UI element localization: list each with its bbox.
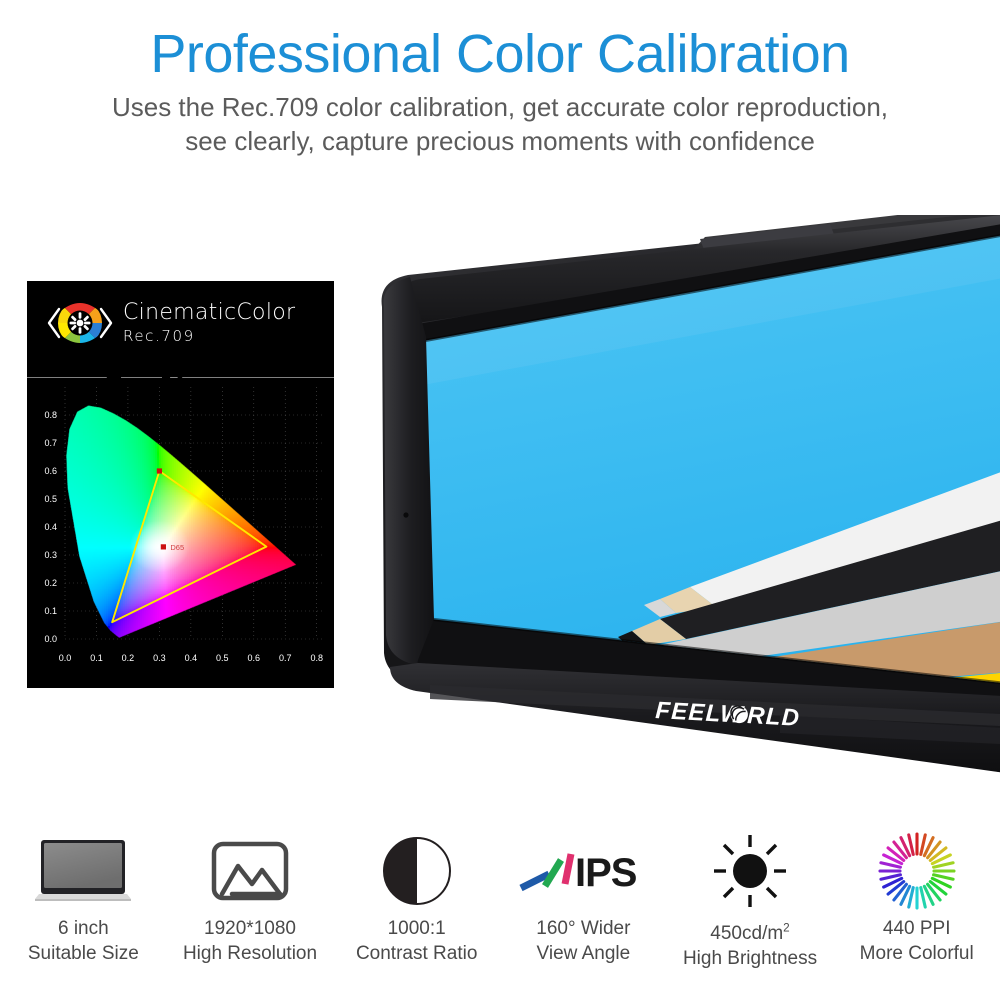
ips-wordmark: IPS bbox=[575, 851, 637, 895]
feature-line-2: More Colorful bbox=[859, 943, 974, 964]
feature-view-angle: IPS 160° Wider View Angle bbox=[500, 832, 667, 982]
cinematic-color-card: CinematicColor Rec.709 47048052053054055… bbox=[27, 281, 334, 688]
feature-high-brightness: 450cd/m2 High Brightness bbox=[667, 832, 834, 982]
feature-line-2: High Resolution bbox=[182, 943, 318, 964]
feature-line-2: High Brightness bbox=[682, 948, 818, 970]
feature-high-resolution: 1920*1080 High Resolution bbox=[167, 832, 334, 982]
feature-line-2: View Angle bbox=[536, 943, 631, 964]
feature-line-2: Contrast Ratio bbox=[355, 943, 478, 964]
image-resolution-icon bbox=[208, 832, 292, 910]
feature-label: 450cd/m2 High Brightness bbox=[683, 916, 817, 971]
header: Professional Color Calibration Uses the … bbox=[0, 0, 1000, 158]
feature-row: 6 inch Suitable Size 1920*1080 High Reso… bbox=[0, 832, 1000, 982]
feelworld-monitor-photo: FEELW RLD bbox=[360, 203, 1000, 795]
contrast-circle-icon bbox=[381, 832, 453, 910]
feature-label: 1920*1080 High Resolution bbox=[183, 916, 317, 966]
monitor-icon bbox=[33, 832, 133, 910]
page-subtitle: Uses the Rec.709 color calibration, get … bbox=[0, 84, 1000, 158]
subtitle-line-1: Uses the Rec.709 color calibration, get … bbox=[111, 92, 889, 122]
sun-brightness-icon bbox=[712, 832, 788, 910]
page-title: Professional Color Calibration bbox=[150, 24, 850, 84]
feature-label: 160° Wider View Angle bbox=[536, 916, 630, 966]
feature-label: 1000:1 Contrast Ratio bbox=[356, 916, 477, 966]
ips-logo-icon: IPS bbox=[519, 832, 647, 910]
cie-chromaticity-diagram: 470480520530540550560570580590600610620D… bbox=[27, 369, 334, 677]
cinematic-color-name: CinematicColor bbox=[123, 300, 296, 325]
feature-line-1: 160° Wider bbox=[536, 918, 631, 939]
product-feature-page: Professional Color Calibration Uses the … bbox=[0, 0, 1000, 1000]
color-wheel-icon bbox=[877, 832, 957, 910]
feature-line-1: 450cd/m2 bbox=[710, 922, 790, 945]
feature-line-1: 440 PPI bbox=[882, 918, 951, 939]
feature-line-1: 1920*1080 bbox=[204, 918, 296, 939]
feature-line-1: 1000:1 bbox=[387, 918, 446, 939]
feature-suitable-size: 6 inch Suitable Size bbox=[0, 832, 167, 982]
feature-line-2: Suitable Size bbox=[27, 943, 139, 964]
feature-label: 440 PPI More Colorful bbox=[860, 916, 974, 966]
feature-contrast-ratio: 1000:1 Contrast Ratio bbox=[333, 832, 500, 982]
subtitle-line-2: see clearly, capture precious moments wi… bbox=[185, 126, 815, 156]
feature-more-colorful: 440 PPI More Colorful bbox=[833, 832, 1000, 982]
cinematic-color-logo: CinematicColor Rec.709 bbox=[47, 299, 295, 347]
color-eye-icon bbox=[47, 299, 113, 347]
cinematic-color-standard: Rec.709 bbox=[123, 327, 195, 345]
feature-label: 6 inch Suitable Size bbox=[28, 916, 139, 966]
feature-line-1: 6 inch bbox=[57, 918, 109, 939]
